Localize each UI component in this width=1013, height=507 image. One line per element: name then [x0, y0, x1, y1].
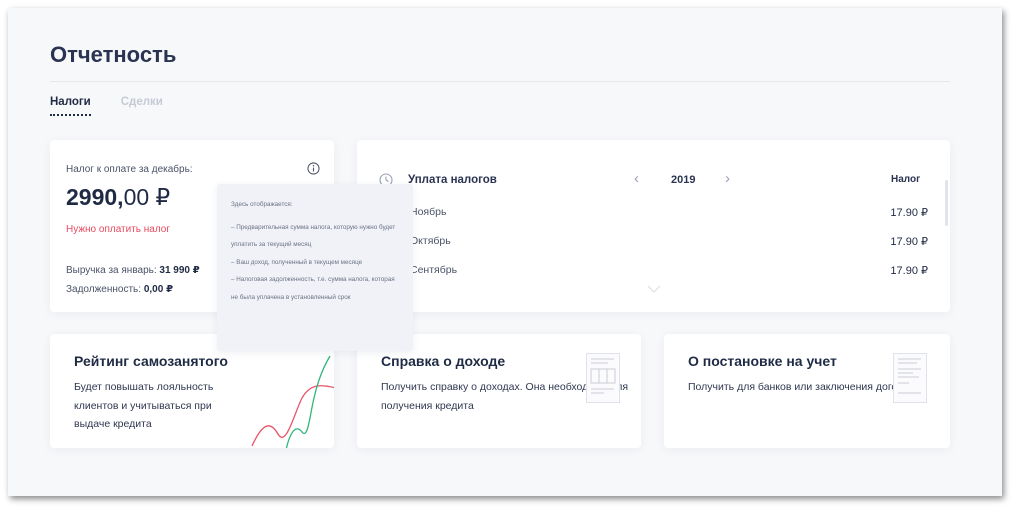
tab-taxes[interactable]: Налоги: [50, 96, 91, 116]
year-value: 2019: [671, 174, 696, 186]
tax-amount-integer: 2990,: [66, 184, 124, 210]
payment-row[interactable]: Ноябрь 17.90 ₽: [357, 206, 950, 226]
payment-month: Ноябрь: [410, 206, 447, 218]
pay-tax-warning[interactable]: Нужно оплатить налог: [66, 224, 170, 235]
document-icon: [586, 353, 620, 403]
rating-card-title: Рейтинг самозанятого: [74, 353, 228, 369]
registration-card-text: Получить для банков или заключения догов…: [688, 381, 926, 393]
payment-month: Сентябрь: [410, 264, 458, 276]
tax-due-label: Налог к оплате за декабрь:: [66, 164, 193, 175]
app-window: Отчетность Налоги Сделки Налог к оплате …: [8, 8, 1002, 496]
tooltip-item: – Налоговая задолженность, т.е. сумма на…: [231, 276, 395, 301]
document-icon: [893, 353, 927, 403]
tax-amount-fraction: 00 ₽: [123, 184, 171, 210]
tooltip-item: – Предварительная сумма налога, которую …: [231, 223, 396, 249]
payment-sum: 17.90 ₽: [890, 207, 928, 219]
tab-deals[interactable]: Сделки: [121, 96, 163, 116]
payment-row[interactable]: Октябрь 17.90 ₽: [357, 235, 950, 255]
payments-title: Уплата налогов: [408, 174, 497, 186]
debt-line: Задолженность: 0,00 ₽: [66, 284, 173, 295]
page-title: Отчетность: [50, 42, 177, 67]
registration-card[interactable]: О постановке на учет Получить для банков…: [664, 334, 950, 448]
income-card-title: Справка о доходе: [381, 353, 506, 369]
revenue-line: Выручка за январь: 31 990 ₽: [66, 265, 200, 276]
chevron-down-icon[interactable]: [647, 285, 661, 293]
chart-icon: [251, 355, 334, 448]
title-divider: [50, 81, 950, 82]
chevron-right-icon[interactable]: ›: [725, 170, 730, 187]
registration-card-title: О постановке на учет: [688, 353, 837, 369]
info-icon[interactable]: [307, 162, 320, 175]
chevron-left-icon[interactable]: ‹: [634, 170, 639, 187]
payment-sum: 17.90 ₽: [890, 236, 928, 248]
debt-value: 0,00 ₽: [143, 284, 174, 295]
revenue-label: Выручка за январь:: [66, 265, 157, 276]
tab-bar: Налоги Сделки: [50, 96, 163, 116]
tax-amount: 2990,00 ₽: [66, 184, 170, 211]
payment-sum: 17.90 ₽: [890, 265, 928, 277]
rating-card-text: Будет повышать лояльность клиентов и учи…: [74, 381, 214, 430]
debt-label: Задолженность:: [66, 284, 142, 295]
tooltip-item: – Ваш доход, полученный в текущем месяце: [231, 258, 363, 266]
payment-row[interactable]: Сентябрь 17.90 ₽: [357, 264, 950, 284]
revenue-value: 31 990 ₽: [159, 265, 200, 276]
income-statement-card[interactable]: Справка о доходе Получить справку о дохо…: [357, 334, 641, 448]
payment-month: Октябрь: [410, 235, 451, 247]
tax-column-header: Налог: [891, 174, 921, 185]
info-tooltip: Здесь отображается: – Предварительная су…: [217, 184, 413, 351]
tooltip-heading: Здесь отображается:: [231, 201, 293, 208]
rating-card[interactable]: Рейтинг самозанятого Будет повышать лоял…: [50, 334, 334, 448]
tax-payments-card: Уплата налогов ‹ 2019 › Налог Ноябрь 17.…: [357, 140, 950, 312]
